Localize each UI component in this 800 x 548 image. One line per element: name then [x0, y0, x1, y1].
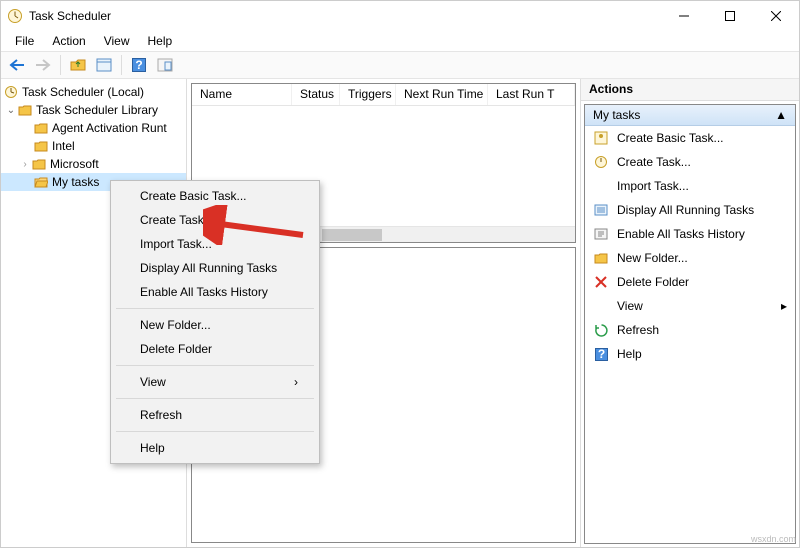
col-triggers[interactable]: Triggers: [340, 84, 396, 105]
menu-action[interactable]: Action: [44, 32, 93, 50]
separator: [116, 308, 314, 309]
collapse-icon[interactable]: ▲: [775, 108, 787, 122]
clock-icon: [3, 84, 19, 100]
action-delete-folder[interactable]: Delete Folder: [585, 270, 795, 294]
tree-item[interactable]: Intel: [1, 137, 186, 155]
task-icon: [593, 154, 609, 170]
help-icon: ?: [593, 346, 609, 362]
menu-file[interactable]: File: [7, 32, 42, 50]
scrollbar-thumb[interactable]: [322, 229, 382, 241]
separator: [116, 431, 314, 432]
ctx-create-task[interactable]: Create Task...: [114, 208, 316, 232]
menu-bar: File Action View Help: [1, 31, 799, 51]
col-lastrun[interactable]: Last Run T: [488, 84, 575, 105]
column-headers: Name Status Triggers Next Run Time Last …: [192, 84, 575, 106]
actions-header: Actions: [581, 79, 799, 101]
tree-library[interactable]: ⌄ Task Scheduler Library: [1, 101, 186, 119]
tree-item[interactable]: › Microsoft: [1, 155, 186, 173]
help-button[interactable]: ?: [127, 53, 151, 77]
action-create-basic-task[interactable]: Create Basic Task...: [585, 126, 795, 150]
action-view[interactable]: View▸: [585, 294, 795, 318]
extra-button[interactable]: [153, 53, 177, 77]
submenu-arrow-icon: ›: [294, 375, 298, 389]
folder-icon: [33, 138, 49, 154]
history-icon: [593, 226, 609, 242]
col-status[interactable]: Status: [292, 84, 340, 105]
ctx-enable-history[interactable]: Enable All Tasks History: [114, 280, 316, 304]
ctx-create-basic-task[interactable]: Create Basic Task...: [114, 184, 316, 208]
action-new-folder[interactable]: New Folder...: [585, 246, 795, 270]
toolbar: ?: [1, 51, 799, 79]
col-nextrun[interactable]: Next Run Time: [396, 84, 488, 105]
expand-icon[interactable]: ›: [19, 159, 31, 170]
close-button[interactable]: [753, 1, 799, 31]
import-icon: [593, 178, 609, 194]
submenu-arrow-icon: ▸: [781, 299, 787, 313]
title-bar: Task Scheduler: [1, 1, 799, 31]
menu-view[interactable]: View: [96, 32, 138, 50]
actions-pane: Actions My tasks ▲ Create Basic Task... …: [581, 79, 799, 547]
refresh-icon: [593, 322, 609, 338]
folder-icon: [31, 156, 47, 172]
list-icon: [593, 202, 609, 218]
ctx-display-running[interactable]: Display All Running Tasks: [114, 256, 316, 280]
delete-icon: [593, 274, 609, 290]
separator: [116, 365, 314, 366]
watermark: wsxdn.com: [751, 534, 796, 544]
folder-open-icon: [33, 174, 49, 190]
ctx-view[interactable]: View›: [114, 370, 316, 394]
tree-item[interactable]: Agent Activation Runt: [1, 119, 186, 137]
context-menu[interactable]: Create Basic Task... Create Task... Impo…: [110, 180, 320, 464]
up-folder-button[interactable]: [66, 53, 90, 77]
action-help[interactable]: ?Help: [585, 342, 795, 366]
action-display-running[interactable]: Display All Running Tasks: [585, 198, 795, 222]
action-import-task[interactable]: Import Task...: [585, 174, 795, 198]
ctx-refresh[interactable]: Refresh: [114, 403, 316, 427]
back-button[interactable]: [5, 53, 29, 77]
action-enable-history[interactable]: Enable All Tasks History: [585, 222, 795, 246]
separator: [116, 398, 314, 399]
folder-icon: [33, 120, 49, 136]
window-title: Task Scheduler: [29, 9, 111, 23]
svg-text:?: ?: [135, 58, 142, 72]
menu-help[interactable]: Help: [140, 32, 181, 50]
forward-button[interactable]: [31, 53, 55, 77]
ctx-help[interactable]: Help: [114, 436, 316, 460]
minimize-button[interactable]: [661, 1, 707, 31]
folder-icon: [593, 250, 609, 266]
maximize-button[interactable]: [707, 1, 753, 31]
ctx-import-task[interactable]: Import Task...: [114, 232, 316, 256]
action-refresh[interactable]: Refresh: [585, 318, 795, 342]
ctx-delete-folder[interactable]: Delete Folder: [114, 337, 316, 361]
ctx-new-folder[interactable]: New Folder...: [114, 313, 316, 337]
folder-icon: [17, 102, 33, 118]
app-icon: [7, 8, 23, 24]
wizard-icon: [593, 130, 609, 146]
actions-group-title[interactable]: My tasks ▲: [585, 105, 795, 126]
action-create-task[interactable]: Create Task...: [585, 150, 795, 174]
svg-text:?: ?: [597, 348, 604, 361]
expand-icon[interactable]: ⌄: [5, 105, 17, 116]
col-name[interactable]: Name: [192, 84, 292, 105]
properties-button[interactable]: [92, 53, 116, 77]
tree-root[interactable]: Task Scheduler (Local): [1, 83, 186, 101]
